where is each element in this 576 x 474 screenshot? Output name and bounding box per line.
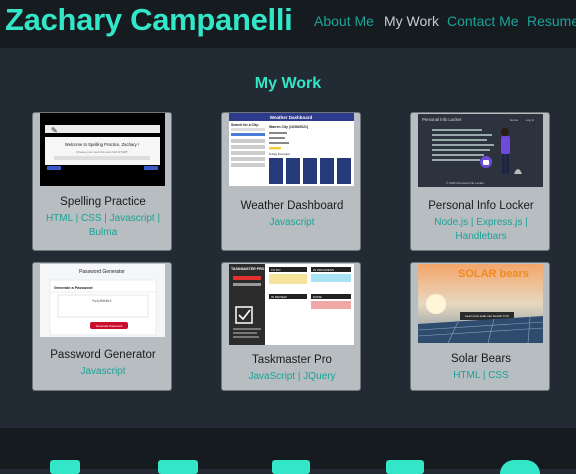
spelling-practice-screenshot[interactable]: ✎ Welcome to Spelling Practice, Zachary … <box>40 113 165 186</box>
project-title: Taskmaster Pro <box>252 354 332 366</box>
project-tech-line[interactable]: HTML | CSS <box>453 370 509 381</box>
project-tech-line[interactable]: Javascript <box>269 217 314 228</box>
svg-text:Pw4yR#kBiX: Pw4yR#kBiX <box>92 299 111 303</box>
spelling-logo-icon: ✎ <box>51 126 58 135</box>
project-tech[interactable]: HTML | CSS <box>417 369 545 383</box>
svg-text:Generate Password: Generate Password <box>96 324 123 328</box>
svg-text:Learn how solar can benefit YO: Learn how solar can benefit YOU <box>465 314 509 318</box>
project-tech-line[interactable]: JavaScript | JQuery <box>248 371 335 382</box>
svg-text:Warren City (10/30/2021): Warren City (10/30/2021) <box>269 125 308 129</box>
nav-contact-me[interactable]: Contact Me <box>447 12 519 30</box>
project-card-taskmaster-pro[interactable]: TASKMASTER PRO EDITION TO DO IN PROGRESS… <box>221 262 361 391</box>
weather-dashboard-screenshot[interactable]: Weather Dashboard Search for a City: War… <box>229 113 354 186</box>
svg-text:DONE: DONE <box>313 295 322 299</box>
project-card-personal-info-locker[interactable]: Personal Info Locker Home Log in © 2022 … <box>410 112 550 251</box>
svg-text:5-Day Forecast:: 5-Day Forecast: <box>269 152 291 156</box>
project-tech[interactable]: Javascript <box>228 216 356 230</box>
github-icon[interactable] <box>50 460 80 474</box>
svg-text:IN REVIEW: IN REVIEW <box>271 295 287 299</box>
svg-text:Home: Home <box>510 118 518 122</box>
svg-text:TO DO: TO DO <box>271 268 281 272</box>
weather-dashboard-thumbnail: Weather Dashboard Search for a City: War… <box>229 113 354 184</box>
svg-text:Search for a City:: Search for a City: <box>231 123 259 127</box>
project-tech-line[interactable]: Handlebars <box>455 231 506 242</box>
password-generator-screenshot[interactable]: Password Generator Generate a Password P… <box>40 264 165 337</box>
linkedin-icon[interactable] <box>158 460 198 474</box>
project-title: Password Generator <box>50 349 156 361</box>
project-title: Personal Info Locker <box>428 200 534 212</box>
project-card-spelling-practice[interactable]: ✎ Welcome to Spelling Practice, Zachary … <box>32 112 172 251</box>
svg-text:Welcome to Spelling Practice,: Welcome to Spelling Practice, Zachary ! <box>65 142 139 147</box>
site-header: Zachary Campanelli About Me My Work Cont… <box>0 0 576 48</box>
project-tech-line[interactable]: Node.js | Express.js | <box>434 217 528 228</box>
svg-text:Log in: Log in <box>526 118 535 122</box>
resume-icon[interactable] <box>386 460 424 474</box>
taskmaster-pro-screenshot[interactable]: TASKMASTER PRO EDITION TO DO IN PROGRESS… <box>229 264 354 345</box>
svg-text:IN PROGRESS: IN PROGRESS <box>313 268 334 272</box>
svg-text:Generate a Password: Generate a Password <box>54 286 93 290</box>
project-tech[interactable]: JavaScript | JQuery <box>228 370 356 384</box>
project-tech-line[interactable]: Javascript <box>80 366 125 377</box>
svg-text:Choose your word list and clic: Choose your word list and click START <box>76 150 128 154</box>
project-card-weather-dashboard[interactable]: Weather Dashboard Search for a City: War… <box>221 112 361 251</box>
project-card-password-generator[interactable]: Password Generator Generate a Password P… <box>32 262 172 391</box>
solar-bears-screenshot[interactable]: SOLAR bears Learn how solar can benefit … <box>418 264 543 343</box>
sun-icon <box>426 294 446 314</box>
project-tech-line[interactable]: HTML | CSS | Javascript | <box>46 213 160 224</box>
nav-about-me[interactable]: About Me <box>314 12 374 30</box>
project-card-solar-bears[interactable]: SOLAR bears Learn how solar can benefit … <box>410 262 550 391</box>
section-title: My Work <box>254 75 322 92</box>
project-tech-line[interactable]: Bulma <box>89 227 117 238</box>
email-icon[interactable] <box>272 460 310 474</box>
project-title: Weather Dashboard <box>240 200 344 212</box>
personal-info-locker-thumbnail: Personal Info Locker Home Log in © 2022 … <box>422 117 535 185</box>
svg-text:© 2022 Personal Info Locker: © 2022 Personal Info Locker <box>446 181 484 185</box>
nav-resume[interactable]: Resume <box>527 12 576 30</box>
site-footer <box>0 428 576 474</box>
nav-my-work[interactable]: My Work <box>384 12 439 30</box>
spelling-practice-thumbnail: ✎ Welcome to Spelling Practice, Zachary … <box>45 125 160 170</box>
project-title: Spelling Practice <box>60 196 146 208</box>
solar-bears-thumbnail: SOLAR bears Learn how solar can benefit … <box>418 264 543 343</box>
svg-text:Password Generator: Password Generator <box>79 269 125 275</box>
svg-text:Weather Dashboard: Weather Dashboard <box>270 115 313 120</box>
main-nav: About Me My Work Contact Me Resume <box>0 12 576 32</box>
taskmaster-pro-thumbnail: TASKMASTER PRO EDITION TO DO IN PROGRESS… <box>229 264 351 345</box>
personal-info-locker-screenshot[interactable]: Personal Info Locker Home Log in © 2022 … <box>418 114 543 187</box>
phone-icon[interactable] <box>500 460 540 474</box>
project-tech[interactable]: Javascript <box>39 365 167 379</box>
svg-text:Personal Info Locker: Personal Info Locker <box>422 117 462 122</box>
project-title: Solar Bears <box>450 353 512 365</box>
project-tech[interactable]: Node.js | Express.js | Handlebars <box>417 216 545 244</box>
project-tech[interactable]: HTML | CSS | Javascript | Bulma <box>39 212 167 240</box>
svg-text:SOLAR bears: SOLAR bears <box>458 268 529 280</box>
password-generator-thumbnail: Password Generator Generate a Password P… <box>49 269 157 336</box>
